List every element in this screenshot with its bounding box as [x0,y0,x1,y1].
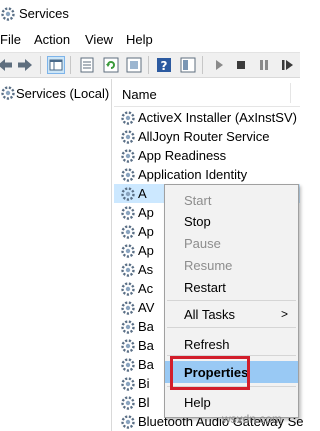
forward-arrow-icon[interactable] [16,56,34,74]
menu-item-label: Restart [184,280,226,295]
view-icon[interactable] [179,56,197,74]
service-name: As [138,262,154,277]
toolbar: ? [0,52,300,78]
menu-item-label: Refresh [184,337,230,352]
service-name: Bi [138,376,150,391]
help-icon[interactable]: ? [155,56,173,74]
pause-icon[interactable] [255,56,273,74]
title-bar: Services [0,0,300,28]
service-row[interactable]: Application Identity [114,165,300,184]
menu-item-label: Stop [184,214,211,229]
service-name: Ba [138,357,154,372]
start-icon[interactable] [210,56,228,74]
service-name: Bl [138,395,150,410]
submenu-arrow-icon: > [280,307,288,321]
service-name: AllJoyn Router Service [138,129,270,144]
menu-item-help[interactable]: Help [165,391,298,413]
menu-view[interactable]: View [85,32,113,47]
service-name: Ap [138,224,154,239]
console-tree: Services (Local) [0,79,112,431]
service-name: App Readiness [138,148,227,163]
menu-separator [167,327,296,328]
list-header: Name [114,79,300,107]
menu-item-stop[interactable]: Stop [165,210,298,232]
toolbar-separator [202,56,203,74]
service-name: A [138,186,147,201]
window-title: Services [19,6,69,21]
menu-file[interactable]: File [0,32,21,47]
menu-item-pause: Pause [165,232,298,254]
menu-action[interactable]: Action [34,32,70,47]
menu-item-label: Resume [184,258,233,273]
menu-item-label: Pause [184,236,221,251]
service-name: Ba [138,338,154,353]
watermark: wsxdn.com [222,412,283,426]
service-name: Ba [138,319,154,334]
console-tree-icon[interactable] [47,56,65,74]
refresh-icon[interactable] [102,56,120,74]
menu-item-refresh[interactable]: Refresh [165,333,298,355]
menu-item-restart[interactable]: Restart [165,276,298,298]
properties-icon[interactable] [125,56,143,74]
services-gear-icon [0,6,16,22]
service-name: Ac [138,281,154,296]
menu-bar: File Action View Help [0,28,300,52]
stop-icon[interactable] [232,56,250,74]
menu-separator [167,300,296,301]
service-name: Ap [138,243,154,258]
service-name: Application Identity [138,167,248,182]
svg-text:?: ? [161,59,168,73]
menu-item-all-tasks[interactable]: All Tasks > [165,303,298,325]
menu-item-start: Start [165,189,298,211]
toolbar-separator [40,56,41,74]
menu-item-label: Start [184,193,212,208]
service-gear-icon [120,414,136,431]
service-row[interactable]: ActiveX Installer (AxInstSV) [114,108,300,127]
menu-item-label: Help [184,395,211,410]
callout-box [170,356,250,390]
menu-item-label: All Tasks [184,307,236,322]
service-row[interactable]: App Readiness [114,146,300,165]
export-list-icon[interactable] [78,56,96,74]
services-gear-icon [0,85,16,104]
column-header-name[interactable]: Name [122,87,157,102]
service-row[interactable]: AllJoyn Router Service [114,127,300,146]
service-name: ActiveX Installer (AxInstSV) [138,110,297,125]
menu-item-resume: Resume [165,254,298,276]
restart-icon[interactable] [278,56,296,74]
toolbar-separator [148,56,149,74]
column-divider[interactable] [290,83,291,103]
tree-item-services-local[interactable]: Services (Local) [0,84,112,102]
tree-item-label: Services (Local) [16,86,110,101]
toolbar-separator [70,56,71,74]
service-name: AV [138,300,155,315]
menu-help[interactable]: Help [126,32,153,47]
service-name: Ap [138,205,154,220]
back-arrow-icon[interactable] [0,56,14,74]
